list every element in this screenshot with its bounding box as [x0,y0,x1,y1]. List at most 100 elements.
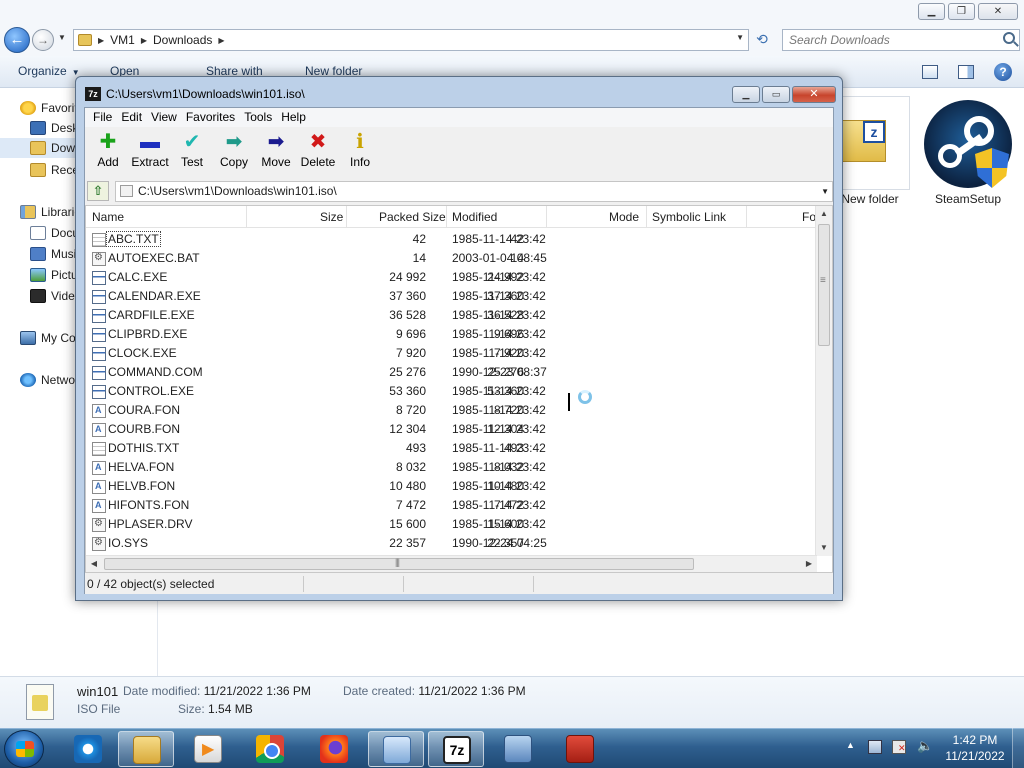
menu-view[interactable]: View [149,108,184,127]
file-row[interactable]: CALENDAR.EXE 37 360 37 360 1985-11-14 23:42 [86,287,816,306]
explorer-address-bar[interactable]: ▶ VM1 ▶ Downloads ▶ ▼ [73,29,749,51]
file-row[interactable]: CONTROL.EXE 53 360 53 360 1985-11-14 23:42 [86,382,816,401]
file-row[interactable]: IO.SYS22 35722 3571990-12-24 04:25 [86,534,816,553]
sevenzip-maximize-button[interactable]: ▭ [762,86,790,103]
help-icon[interactable]: ? [994,63,1012,81]
minus-icon: ▬ [140,131,160,153]
column-packed-size[interactable]: Packed Size [379,210,446,224]
menu-favorites[interactable]: Favorites [184,108,242,127]
info-button[interactable]: ℹ Info [339,131,381,173]
file-modified: 1985-11-14 23:42 [452,403,546,417]
search-input[interactable]: Search Downloads [782,29,1020,51]
file-row[interactable]: HELVB.FON10 48010 4801985-11-14 23:42 [86,477,816,496]
column-divider[interactable] [746,206,747,228]
steam-setup-label[interactable]: SteamSetup [926,192,1010,206]
test-button[interactable]: ✔ Test [171,131,213,173]
menu-help[interactable]: Help [279,108,313,127]
volume-icon[interactable]: 🔈 [917,738,933,753]
menu-tools[interactable]: Tools [242,108,279,127]
taskbar-remote-desktop[interactable] [490,731,546,767]
file-row[interactable]: COURA.FON8 7208 7201985-11-14 23:42 [86,401,816,420]
sevenzip-titlebar[interactable]: 7z C:\Users\vm1\Downloads\win101.iso\ ▁ … [76,77,842,107]
column-name[interactable]: Name [92,210,124,224]
vertical-scroll-thumb[interactable] [818,224,830,346]
scroll-right-icon[interactable]: ▶ [801,556,817,572]
file-row[interactable]: COURB.FON12 30412 3041985-11-14 23:42 [86,420,816,439]
show-desktop-button[interactable] [1012,728,1024,768]
file-row[interactable]: ABC.TXT 42 42 1985-11-14 23:42 [86,230,816,249]
file-row[interactable]: HPLASER.DRV15 60015 6001985-11-14 23:42 [86,515,816,534]
sevenzip-path-input[interactable]: C:\Users\vm1\Downloads\win101.iso\ ▼ [115,181,833,202]
start-button[interactable] [4,730,44,768]
status-divider [533,576,534,592]
explorer-close-button[interactable]: ✕ [978,3,1018,20]
change-view-icon[interactable] [922,65,938,79]
chevron-right-icon[interactable]: ▶ [218,36,224,45]
vertical-scrollbar[interactable]: ▲ ▼ [815,206,832,556]
clock[interactable]: 1:42 PM 11/21/2022 [940,732,1010,764]
back-button[interactable]: ← [4,27,30,53]
file-row[interactable]: CARDFILE.EXE 36 528 36 528 1985-11-14 23:42 [86,306,816,325]
column-symbolic-link[interactable]: Symbolic Link [652,210,726,224]
taskbar-toolbox[interactable] [552,731,608,767]
taskbar-7zip[interactable]: 7z [428,731,484,767]
sevenzip-app-icon[interactable]: 7z [85,87,101,101]
busy-ring [578,390,592,404]
file-row[interactable]: HELVA.FON8 0328 0321985-11-14 23:42 [86,458,816,477]
sevenzip-close-button[interactable]: ✕ [792,86,836,103]
explorer-maximize-button[interactable]: ❐ [948,3,975,20]
column-divider[interactable] [446,206,447,228]
column-divider[interactable] [346,206,347,228]
taskbar-firefox[interactable] [306,731,362,767]
column-mode[interactable]: Mode [609,210,639,224]
menu-edit[interactable]: Edit [119,108,149,127]
file-row[interactable]: HIFONTS.FON7 4727 4721985-11-14 23:42 [86,496,816,515]
column-size[interactable]: Size [320,210,343,224]
recent-pages-dropdown[interactable]: ▼ [58,33,66,42]
horizontal-scrollbar[interactable]: ◀ ▶ [86,555,817,572]
column-divider[interactable] [646,206,647,228]
taskbar-windows-explorer[interactable] [118,731,174,767]
file-row[interactable]: DOTHIS.TXT 493 493 1985-11-14 23:42 [86,439,816,458]
action-center-icon[interactable] [892,740,906,754]
copy-button[interactable]: ➡ Copy [213,131,255,173]
chevron-right-icon[interactable]: ▶ [98,36,104,45]
column-divider[interactable] [246,206,247,228]
network-tray-icon[interactable] [868,740,882,754]
taskbar-control-panel[interactable] [368,731,424,767]
column-divider[interactable] [546,206,547,228]
move-button[interactable]: ➡ Move [255,131,297,173]
horizontal-scroll-thumb[interactable] [104,557,694,570]
delete-button[interactable]: ✖ Delete [297,131,339,173]
taskbar-internet-explorer[interactable] [60,731,116,767]
file-row[interactable]: COMMAND.COM 25 276 25 276 1990-12-23 08:37 [86,363,816,382]
extract-button[interactable]: ▬ Extract [129,131,171,173]
file-row[interactable]: CLIPBRD.EXE 9 696 9 696 1985-11-14 23:42 [86,325,816,344]
forward-button[interactable]: → [32,29,54,51]
file-row[interactable]: CALC.EXE 24 992 24 992 1985-11-14 23:42 [86,268,816,287]
taskbar-media-player[interactable] [180,731,236,767]
address-dropdown[interactable]: ▼ [736,33,744,42]
menu-file[interactable]: File [91,108,119,127]
breadcrumb-downloads[interactable]: Downloads [153,33,212,47]
file-modified: 2003-01-04 08:45 [452,251,547,265]
path-dropdown-icon[interactable]: ▼ [821,182,829,201]
explorer-minimize-button[interactable]: ▁ [918,3,945,20]
sevenzip-minimize-button[interactable]: ▁ [732,86,760,103]
scroll-down-icon[interactable]: ▼ [816,540,832,556]
file-row[interactable]: CLOCK.EXE 7 920 7 920 1985-11-14 23:42 [86,344,816,363]
search-icon[interactable] [1003,32,1015,44]
scroll-left-icon[interactable]: ◀ [86,556,102,572]
add-button[interactable]: ✚ Add [87,131,129,173]
show-hidden-icons[interactable]: ▲ [846,740,855,750]
refresh-icon[interactable]: ⟲ [752,31,772,49]
up-folder-button[interactable]: ⇧ [87,181,109,201]
chevron-right-icon[interactable]: ▶ [141,36,147,45]
column-modified[interactable]: Modified [452,210,497,224]
file-row[interactable]: AUTOEXEC.BAT14142003-01-04 08:45 [86,249,816,268]
organize-button[interactable]: Organize ▼ [18,64,80,78]
taskbar-chrome[interactable] [242,731,298,767]
breadcrumb-vm1[interactable]: VM1 [110,33,135,47]
preview-pane-icon[interactable] [958,65,974,79]
scroll-up-icon[interactable]: ▲ [816,206,832,222]
